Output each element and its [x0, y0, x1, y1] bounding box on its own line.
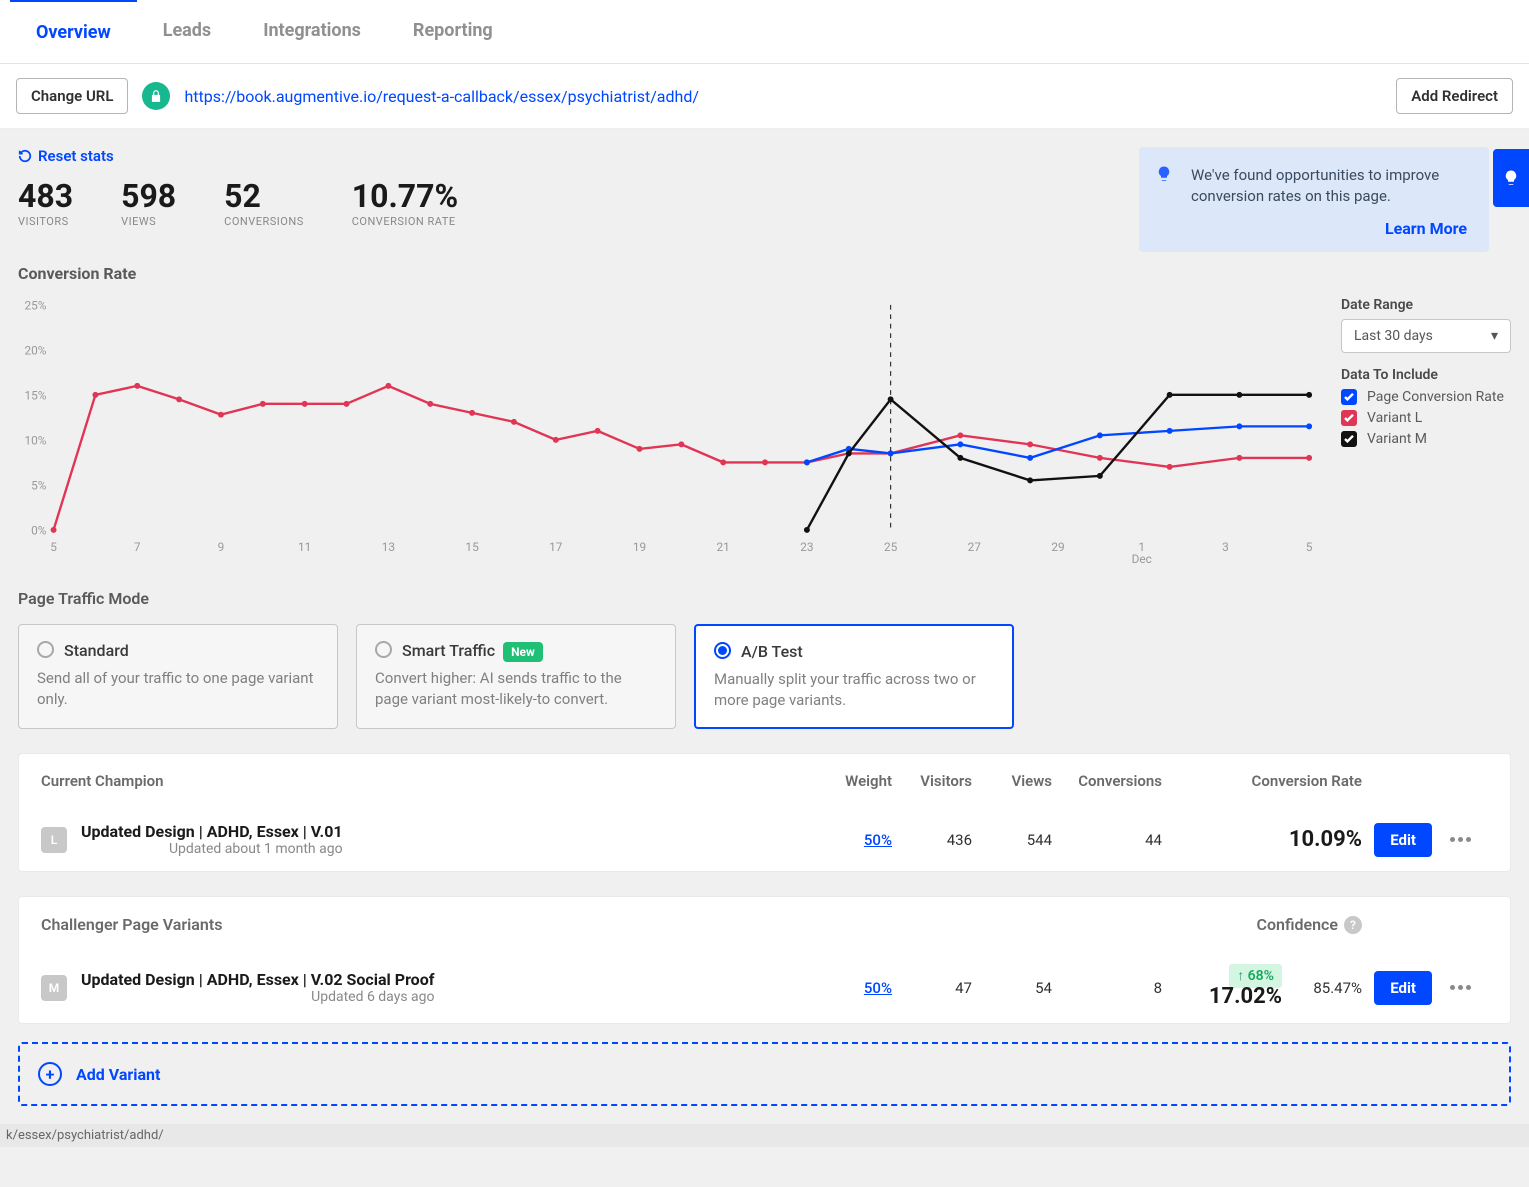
more-menu[interactable] [1432, 985, 1488, 990]
conversions-cell: 8 [1052, 979, 1162, 997]
svg-text:25: 25 [884, 540, 898, 554]
champion-row: L Updated Design | ADHD, Essex | V.01 Up… [19, 808, 1510, 871]
traffic-mode-option[interactable]: Smart TrafficNewConvert higher: AI sends… [356, 624, 676, 729]
tab-leads[interactable]: Leads [137, 0, 237, 63]
insights-sidebar-toggle[interactable] [1493, 149, 1529, 207]
svg-text:21: 21 [717, 540, 730, 554]
insight-text: We've found opportunities to improve con… [1191, 165, 1467, 207]
rate-cell: 17.02% [1209, 984, 1282, 1009]
svg-text:Dec: Dec [1132, 552, 1152, 565]
legend-item[interactable]: Variant L [1341, 410, 1511, 426]
legend-item[interactable]: Page Conversion Rate [1341, 389, 1511, 405]
variant-badge: L [41, 827, 67, 853]
svg-text:5%: 5% [31, 479, 47, 493]
svg-text:15: 15 [465, 540, 479, 554]
more-menu[interactable] [1432, 837, 1488, 842]
confidence-cell: 85.47% [1282, 979, 1362, 997]
chevron-down-icon: ▾ [1491, 328, 1498, 344]
learn-more-link[interactable]: Learn More [1385, 219, 1467, 238]
conversion-chart: 0%5%10%15%20%25%579111315171921232527291… [18, 293, 1321, 565]
svg-text:3: 3 [1222, 540, 1229, 554]
svg-text:23: 23 [800, 540, 813, 554]
variant-updated: Updated 6 days ago [81, 989, 434, 1005]
add-variant-button[interactable]: + Add Variant [18, 1042, 1511, 1106]
traffic-mode-option[interactable]: StandardSend all of your traffic to one … [18, 624, 338, 729]
help-icon[interactable]: ? [1344, 916, 1362, 934]
champion-header: Current Champion [41, 772, 812, 790]
svg-text:17: 17 [549, 540, 563, 554]
champion-table: Current Champion Weight Visitors Views C… [18, 753, 1511, 872]
tab-integrations[interactable]: Integrations [237, 0, 387, 63]
reset-stats-button[interactable]: Reset stats [18, 147, 114, 165]
legend-item[interactable]: Variant M [1341, 431, 1511, 447]
variant-updated: Updated about 1 month ago [81, 841, 343, 857]
add-redirect-button[interactable]: Add Redirect [1396, 78, 1513, 114]
edit-button[interactable]: Edit [1374, 823, 1432, 857]
lock-icon [142, 82, 170, 110]
data-include-label: Data To Include [1341, 367, 1511, 383]
svg-text:11: 11 [298, 540, 311, 554]
svg-text:15%: 15% [24, 389, 46, 403]
svg-text:29: 29 [1051, 540, 1064, 554]
challenger-row: M Updated Design | ADHD, Essex | V.02 So… [19, 952, 1510, 1023]
stat-conversions-value: 52 [224, 177, 304, 215]
variant-badge: M [41, 975, 67, 1001]
visitors-cell: 436 [892, 831, 972, 849]
stat-visitors-value: 483 [18, 177, 73, 215]
views-cell: 54 [972, 979, 1052, 997]
svg-text:7: 7 [134, 540, 141, 554]
svg-text:20%: 20% [24, 344, 46, 358]
traffic-mode-header: Page Traffic Mode [18, 589, 1511, 608]
views-cell: 544 [972, 831, 1052, 849]
stat-rate-value: 10.77% [352, 177, 458, 215]
svg-text:27: 27 [968, 540, 982, 554]
date-range-select[interactable]: Last 30 days ▾ [1341, 319, 1511, 353]
tab-overview[interactable]: Overview [10, 0, 137, 63]
lightbulb-icon [1155, 165, 1173, 187]
svg-text:13: 13 [382, 540, 395, 554]
insight-banner: We've found opportunities to improve con… [1139, 147, 1489, 252]
variant-name[interactable]: Updated Design | ADHD, Essex | V.01 [81, 822, 343, 841]
traffic-mode-option[interactable]: A/B TestManually split your traffic acro… [694, 624, 1014, 729]
challenger-header: Challenger Page Variants [41, 915, 812, 934]
status-bar: k/essex/psychiatrist/adhd/ [0, 1124, 1529, 1147]
rate-cell: 10.09% [1289, 827, 1362, 852]
conversions-cell: 44 [1052, 831, 1162, 849]
svg-text:5: 5 [50, 540, 57, 554]
visitors-cell: 47 [892, 979, 972, 997]
challenger-table: Challenger Page Variants Confidence? M U… [18, 896, 1511, 1024]
weight-link[interactable]: 50% [864, 979, 892, 997]
svg-text:5: 5 [1306, 540, 1313, 554]
weight-link[interactable]: 50% [864, 831, 892, 849]
edit-button[interactable]: Edit [1374, 971, 1432, 1005]
svg-text:0%: 0% [31, 524, 47, 538]
svg-text:25%: 25% [24, 299, 46, 313]
date-range-label: Date Range [1341, 297, 1511, 313]
svg-text:10%: 10% [24, 434, 46, 448]
change-url-button[interactable]: Change URL [16, 78, 128, 114]
plus-icon: + [38, 1062, 62, 1086]
svg-text:19: 19 [633, 540, 646, 554]
tab-bar: Overview Leads Integrations Reporting [0, 0, 1529, 64]
chart-title: Conversion Rate [18, 264, 1511, 283]
svg-text:9: 9 [218, 540, 225, 554]
page-url-link[interactable]: https://book.augmentive.io/request-a-cal… [184, 87, 699, 106]
tab-reporting[interactable]: Reporting [387, 0, 519, 63]
variant-name[interactable]: Updated Design | ADHD, Essex | V.02 Soci… [81, 970, 434, 989]
url-bar: Change URL https://book.augmentive.io/re… [0, 64, 1529, 129]
stat-views-value: 598 [121, 177, 176, 215]
